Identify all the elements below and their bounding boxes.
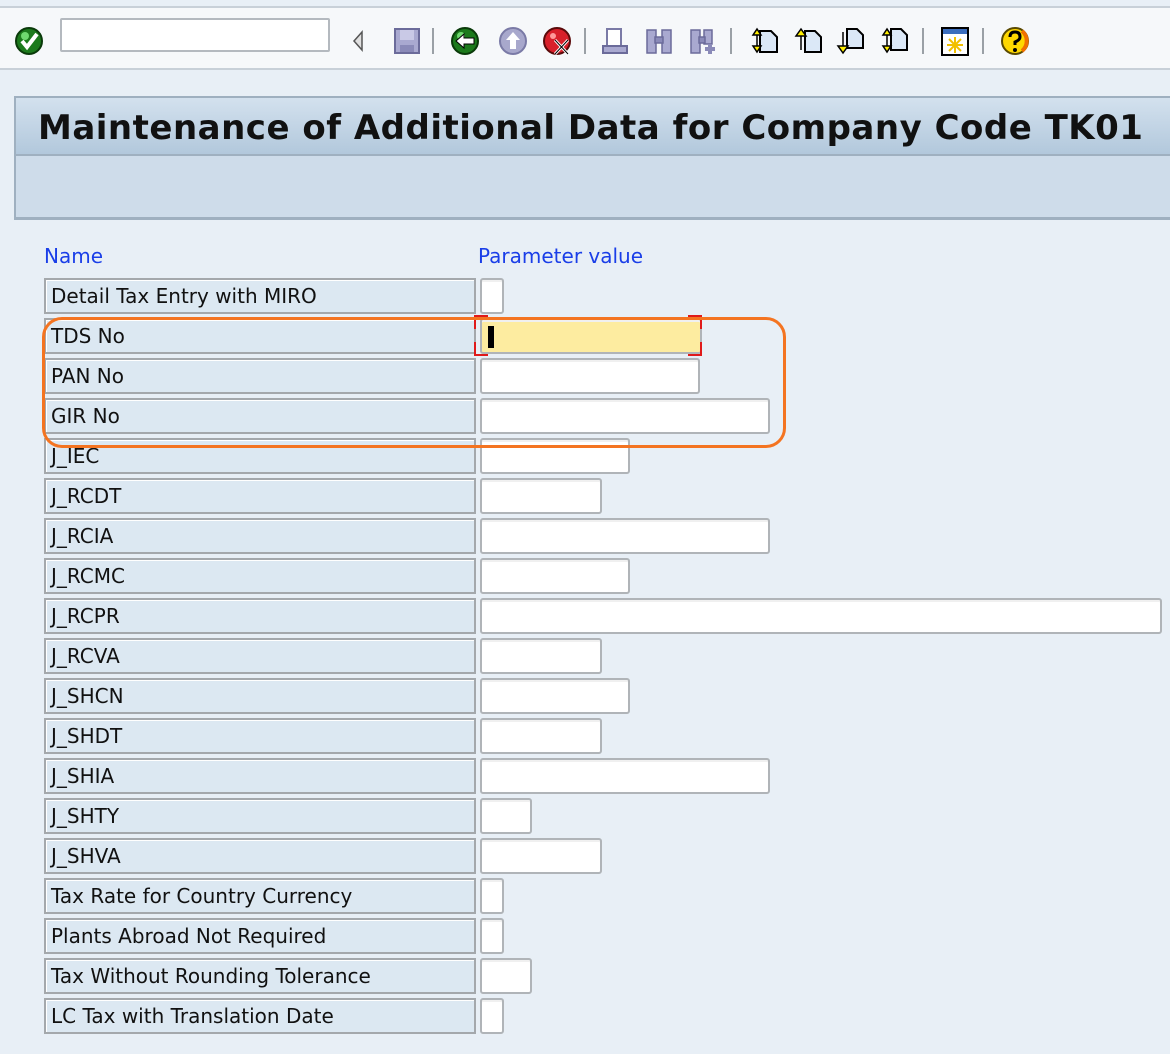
row-label: J_SHDT <box>44 718 476 754</box>
plants-abroad-not-required-checkbox[interactable] <box>480 918 504 954</box>
save-icon[interactable] <box>392 26 422 56</box>
focus-marker <box>474 342 488 356</box>
row-label: J_RCDT <box>44 478 476 514</box>
row-label: J_SHVA <box>44 838 476 874</box>
toolbar-separator <box>982 28 984 54</box>
system-toolbar <box>0 6 1170 70</box>
j-rcdt-input[interactable] <box>480 478 602 514</box>
find-next-icon[interactable] <box>688 26 718 56</box>
back-icon[interactable] <box>450 26 480 56</box>
last-page-icon[interactable] <box>880 26 910 56</box>
detail-tax-entry-miro-checkbox[interactable] <box>480 278 504 314</box>
new-session-icon[interactable] <box>940 26 970 56</box>
focus-marker <box>474 315 488 329</box>
text-cursor <box>488 326 494 348</box>
j-shva-input[interactable] <box>480 838 602 874</box>
row-label: J_RCPR <box>44 598 476 634</box>
row-label: J_SHCN <box>44 678 476 714</box>
row-label: J_RCIA <box>44 518 476 554</box>
tax-rate-country-currency-checkbox[interactable] <box>480 878 504 914</box>
row-label: J_SHTY <box>44 798 476 834</box>
j-shty-input[interactable] <box>480 798 532 834</box>
pan-no-input[interactable] <box>480 358 700 394</box>
toolbar-separator <box>922 28 924 54</box>
j-iec-input[interactable] <box>480 438 630 474</box>
tds-no-input[interactable] <box>480 318 702 354</box>
first-page-icon[interactable] <box>750 26 780 56</box>
command-field-toggle-icon[interactable] <box>344 26 374 56</box>
enter-icon[interactable] <box>14 26 44 56</box>
row-label: Plants Abroad Not Required <box>44 918 476 954</box>
row-label: GIR No <box>44 398 476 434</box>
j-rcpr-input[interactable] <box>480 598 1162 634</box>
j-shia-input[interactable] <box>480 758 770 794</box>
j-shcn-input[interactable] <box>480 678 630 714</box>
gir-no-input[interactable] <box>480 398 770 434</box>
command-field[interactable] <box>60 18 330 52</box>
toolbar-separator <box>730 28 732 54</box>
row-label: J_SHIA <box>44 758 476 794</box>
cancel-icon[interactable] <box>542 26 572 56</box>
row-label: LC Tax with Translation Date <box>44 998 476 1034</box>
toolbar-separator <box>432 28 434 54</box>
lc-tax-translation-date-checkbox[interactable] <box>480 998 504 1034</box>
row-label: J_IEC <box>44 438 476 474</box>
row-label: Tax Without Rounding Tolerance <box>44 958 476 994</box>
j-rcva-input[interactable] <box>480 638 602 674</box>
application-toolbar <box>14 156 1170 220</box>
row-label: Detail Tax Entry with MIRO <box>44 278 476 314</box>
print-icon[interactable] <box>600 26 630 56</box>
j-rcia-input[interactable] <box>480 518 770 554</box>
column-header-name: Name <box>44 244 104 268</box>
next-page-icon[interactable] <box>836 26 866 56</box>
row-label: PAN No <box>44 358 476 394</box>
toolbar-separator <box>584 28 586 54</box>
row-label: J_RCMC <box>44 558 476 594</box>
previous-page-icon[interactable] <box>794 26 824 56</box>
exit-icon[interactable] <box>498 26 528 56</box>
j-shdt-input[interactable] <box>480 718 602 754</box>
page-title: Maintenance of Additional Data for Compa… <box>38 108 1144 148</box>
row-label: Tax Rate for Country Currency <box>44 878 476 914</box>
focus-marker <box>688 342 702 356</box>
row-label: TDS No <box>44 318 476 354</box>
title-bar: Maintenance of Additional Data for Compa… <box>14 96 1170 156</box>
focus-marker <box>688 315 702 329</box>
j-rcmc-input[interactable] <box>480 558 630 594</box>
tax-without-rounding-tolerance-input[interactable] <box>480 958 532 994</box>
help-icon[interactable] <box>1000 26 1030 56</box>
column-header-parameter-value: Parameter value <box>478 244 644 268</box>
row-label: J_RCVA <box>44 638 476 674</box>
find-icon[interactable] <box>644 26 674 56</box>
